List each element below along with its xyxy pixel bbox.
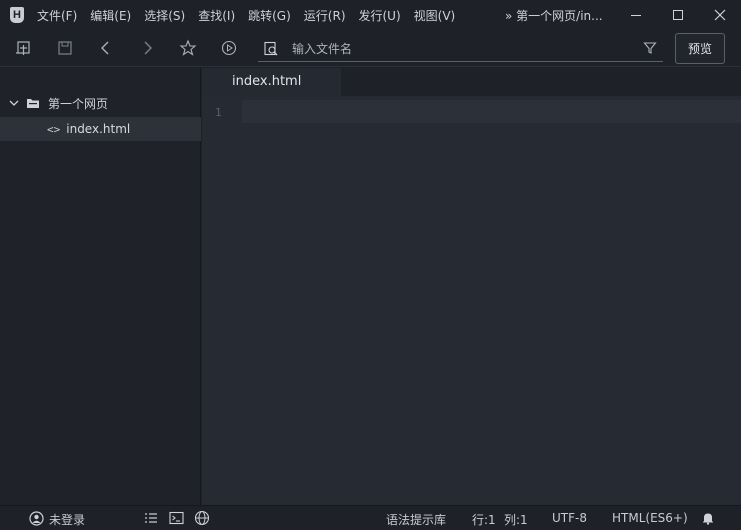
chevron-left-icon	[101, 41, 109, 55]
current-line-highlight[interactable]	[242, 100, 741, 123]
status-bar: 未登录 语法提示库 行:1 列:1 UTF-8 HTML(ES6+)	[0, 505, 741, 530]
project-explorer: 第一个网页 <> index.html	[0, 68, 201, 505]
project-folder-row[interactable]: 第一个网页	[0, 92, 201, 114]
user-icon[interactable]	[28, 510, 44, 526]
html-file-icon: <>	[47, 122, 61, 136]
new-file-icon	[16, 41, 30, 55]
file-search-box	[258, 35, 663, 62]
tab-index-html[interactable]: index.html	[202, 68, 341, 96]
hbuilder-logo-icon: H	[10, 7, 24, 23]
file-name: index.html	[66, 122, 131, 136]
close-button[interactable]	[699, 0, 741, 30]
chevron-right-icon	[144, 41, 152, 55]
syntax-library-link[interactable]: 语法提示库	[386, 511, 446, 528]
browser-preview-icon[interactable]	[194, 510, 210, 526]
folder-icon	[27, 99, 39, 108]
menu-edit[interactable]: 编辑(E)	[90, 7, 131, 24]
chevron-down-icon[interactable]	[9, 98, 19, 108]
filter-icon[interactable]	[643, 41, 657, 55]
code-editor[interactable]: 1	[202, 96, 741, 505]
preview-button[interactable]: 预览	[675, 33, 725, 64]
toolbar: 预览	[0, 30, 741, 67]
save-icon	[58, 41, 72, 55]
window-title-path: » 第一个网页/in...	[505, 9, 603, 23]
title-bar: H 文件(F) 编辑(E) 选择(S) 查找(I) 跳转(G) 运行(R) 发行…	[0, 0, 741, 30]
maximize-icon	[673, 10, 683, 20]
close-icon	[714, 9, 726, 21]
menu-view[interactable]: 视图(V)	[414, 7, 456, 24]
favorite-button[interactable]	[179, 39, 197, 57]
minimize-button[interactable]	[615, 0, 657, 30]
language-mode-selector[interactable]: HTML(ES6+)	[612, 511, 688, 525]
encoding-selector[interactable]: UTF-8	[552, 511, 587, 525]
run-button[interactable]	[220, 39, 238, 57]
menu-file[interactable]: 文件(F)	[37, 7, 77, 24]
outline-icon[interactable]	[143, 510, 159, 526]
back-button[interactable]	[97, 39, 115, 57]
file-search-input[interactable]	[292, 40, 632, 58]
menu-run[interactable]: 运行(R)	[304, 7, 346, 24]
cursor-column[interactable]: 列:1	[504, 511, 528, 528]
forward-button[interactable]	[138, 39, 156, 57]
new-file-button[interactable]	[14, 39, 32, 57]
maximize-button[interactable]	[657, 0, 699, 30]
menu-find[interactable]: 查找(I)	[198, 7, 235, 24]
line-number: 1	[215, 106, 222, 119]
menu-goto[interactable]: 跳转(G)	[248, 7, 291, 24]
menu-publish[interactable]: 发行(U)	[359, 7, 401, 24]
terminal-icon[interactable]	[168, 510, 184, 526]
play-circle-icon	[221, 40, 237, 56]
file-search-icon	[264, 41, 278, 56]
menu-bar: 文件(F) 编辑(E) 选择(S) 查找(I) 跳转(G) 运行(R) 发行(U…	[37, 7, 468, 24]
minimize-icon	[631, 15, 641, 16]
notification-bell-icon[interactable]	[700, 510, 716, 526]
login-status[interactable]: 未登录	[49, 511, 85, 528]
menu-select[interactable]: 选择(S)	[144, 7, 185, 24]
line-number-gutter: 1	[202, 96, 242, 505]
project-name: 第一个网页	[48, 96, 109, 111]
star-icon	[179, 39, 197, 56]
save-button[interactable]	[56, 39, 74, 57]
cursor-row[interactable]: 行:1	[472, 511, 496, 528]
window-controls	[615, 0, 741, 30]
file-item-index-html[interactable]: <> index.html	[0, 117, 201, 141]
editor-tab-bar: index.html	[202, 68, 741, 96]
